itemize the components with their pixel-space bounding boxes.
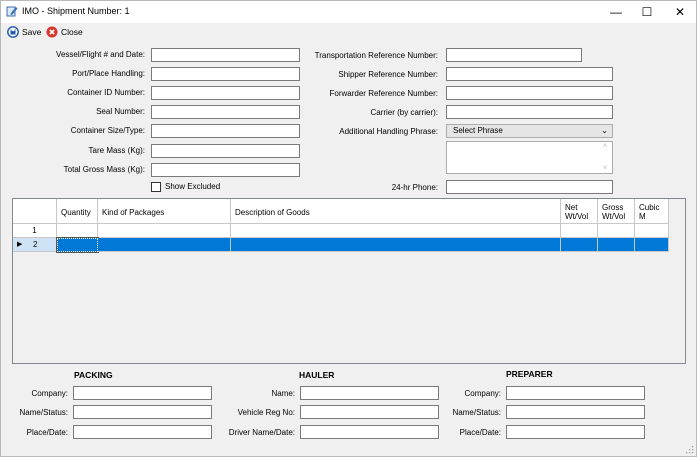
- packing-company-field[interactable]: [73, 386, 212, 400]
- table-cell[interactable]: [561, 224, 598, 238]
- carrier-field[interactable]: [446, 105, 613, 119]
- table-cell[interactable]: [635, 224, 669, 238]
- save-label: Save: [22, 27, 42, 37]
- preparer-company-label: Company:: [464, 389, 501, 398]
- preparer-company-field[interactable]: [506, 386, 645, 400]
- preparer-heading: PREPARER: [506, 369, 553, 379]
- tare-mass-label: Tare Mass (Kg):: [88, 146, 145, 155]
- imo-window: IMO - Shipment Number: 1 — ☐ ✕ Save Clos…: [0, 0, 697, 457]
- port-place-label: Port/Place Handling:: [72, 69, 145, 78]
- close-circle-icon: [46, 26, 58, 38]
- chevron-down-icon: ⌄: [601, 126, 608, 135]
- tare-mass-field[interactable]: [151, 144, 300, 158]
- vehicle-reg-label: Vehicle Reg No:: [237, 408, 295, 417]
- container-id-label: Container ID Number:: [67, 88, 145, 97]
- handling-phrase-text[interactable]: ˄ ˅: [446, 141, 613, 174]
- vessel-flight-field[interactable]: [151, 48, 300, 62]
- maximize-icon: ☐: [641, 5, 653, 19]
- driver-name-field[interactable]: [300, 425, 439, 439]
- seal-number-label: Seal Number:: [96, 107, 145, 116]
- preparer-place-label: Place/Date:: [459, 428, 501, 437]
- close-button[interactable]: Close: [46, 25, 83, 39]
- port-place-field[interactable]: [151, 67, 300, 81]
- preparer-name-label: Name/Status:: [452, 408, 501, 417]
- edit-document-icon: [6, 6, 18, 17]
- table-cell[interactable]: [57, 224, 98, 238]
- toolbar: Save Close: [1, 23, 696, 41]
- show-excluded-label: Show Excluded: [165, 182, 221, 191]
- close-window-button[interactable]: ✕: [663, 1, 697, 23]
- handling-phrase-select[interactable]: Select Phrase ⌄: [446, 124, 613, 138]
- preparer-name-field[interactable]: [506, 405, 645, 419]
- seal-number-field[interactable]: [151, 105, 300, 119]
- window-title: IMO - Shipment Number: 1: [22, 6, 130, 16]
- row-number: 2: [33, 240, 38, 249]
- phone-field[interactable]: [446, 180, 613, 194]
- vessel-flight-label: Vessel/Flight # and Date:: [56, 50, 145, 59]
- maximize-button[interactable]: ☐: [630, 1, 664, 23]
- hauler-heading: HAULER: [299, 370, 335, 380]
- table-cell-focused[interactable]: [56, 237, 99, 253]
- packing-place-field[interactable]: [73, 425, 212, 439]
- table-cell[interactable]: [635, 238, 669, 252]
- container-size-label: Container Size/Type:: [70, 126, 145, 135]
- transport-ref-label: Transportation Reference Number:: [314, 51, 438, 60]
- container-id-field[interactable]: [151, 86, 300, 100]
- scroll-up-icon[interactable]: ˄: [603, 143, 607, 150]
- minimize-button[interactable]: —: [599, 1, 633, 23]
- save-button[interactable]: Save: [7, 25, 41, 39]
- hauler-name-field[interactable]: [300, 386, 439, 400]
- handling-phrase-selected: Select Phrase: [453, 126, 503, 135]
- table-cell[interactable]: [231, 238, 561, 252]
- resize-grip-icon[interactable]: [686, 446, 694, 454]
- close-label: Close: [61, 27, 83, 37]
- col-header-quantity[interactable]: Quantity: [57, 199, 98, 224]
- container-size-field[interactable]: [151, 124, 300, 138]
- packing-name-label: Name/Status:: [19, 408, 68, 417]
- carrier-label: Carrier (by carrier):: [370, 108, 438, 117]
- row-header-selected[interactable]: ▶ 2: [13, 238, 57, 252]
- packing-place-label: Place/Date:: [26, 428, 68, 437]
- forwarder-ref-field[interactable]: [446, 86, 613, 100]
- title-bar: IMO - Shipment Number: 1 — ☐ ✕: [1, 1, 696, 23]
- phone-label: 24-hr Phone:: [391, 183, 438, 192]
- handling-phrase-label: Additional Handling Phrase:: [339, 127, 438, 136]
- table-cell[interactable]: [561, 238, 598, 252]
- packing-company-label: Company:: [31, 389, 68, 398]
- save-icon: [7, 26, 19, 38]
- minimize-icon: —: [610, 5, 622, 19]
- goods-grid: Quantity Kind of Packages Description of…: [12, 198, 686, 364]
- table-cell[interactable]: [231, 224, 561, 238]
- scroll-down-icon[interactable]: ˅: [603, 165, 607, 172]
- hauler-name-label: Name:: [271, 389, 295, 398]
- col-header-cubic[interactable]: Cubic M: [635, 199, 669, 224]
- packing-heading: PACKING: [74, 370, 113, 380]
- table-cell[interactable]: [98, 224, 231, 238]
- shipper-ref-label: Shipper Reference Number:: [338, 70, 438, 79]
- grid-corner-header: [13, 199, 57, 224]
- packing-name-field[interactable]: [73, 405, 212, 419]
- table-cell[interactable]: [598, 238, 635, 252]
- shipper-ref-field[interactable]: [446, 67, 613, 81]
- current-row-arrow-icon: ▶: [17, 241, 23, 248]
- vehicle-reg-field[interactable]: [300, 405, 439, 419]
- forwarder-ref-label: Forwarder Reference Number:: [329, 89, 438, 98]
- driver-name-label: Driver Name/Date:: [228, 428, 295, 437]
- col-header-description[interactable]: Description of Goods: [231, 199, 561, 224]
- col-header-gross-wt[interactable]: Gross Wt/Vol: [598, 199, 635, 224]
- close-icon: ✕: [674, 5, 686, 19]
- table-cell[interactable]: [98, 238, 231, 252]
- gross-mass-field[interactable]: [151, 163, 300, 177]
- col-header-net-wt[interactable]: Net Wt/Vol: [561, 199, 598, 224]
- text-scrollbar[interactable]: ˄ ˅: [601, 142, 612, 173]
- preparer-place-field[interactable]: [506, 425, 645, 439]
- gross-mass-label: Total Gross Mass (Kg):: [63, 165, 145, 174]
- show-excluded-checkbox[interactable]: [151, 182, 161, 192]
- table-cell[interactable]: [598, 224, 635, 238]
- row-header[interactable]: 1: [13, 224, 57, 238]
- transport-ref-field[interactable]: [446, 48, 582, 62]
- col-header-kind-of-packages[interactable]: Kind of Packages: [98, 199, 231, 224]
